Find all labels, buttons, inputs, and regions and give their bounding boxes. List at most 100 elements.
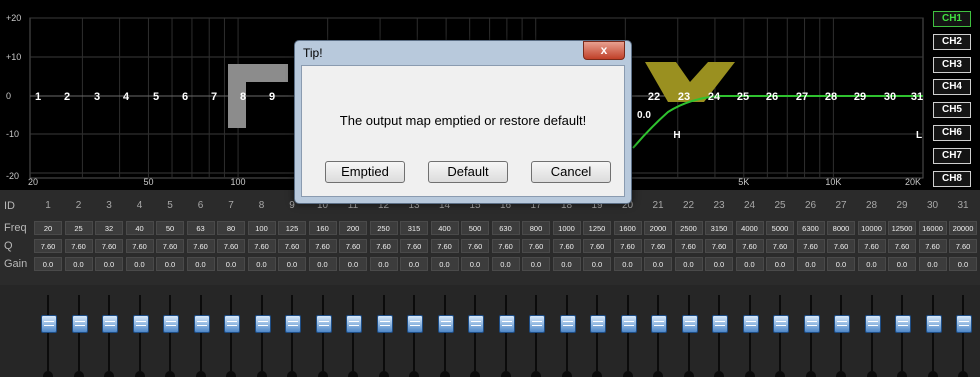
q-field[interactable]: 7.60 <box>522 239 550 253</box>
q-field[interactable]: 7.60 <box>217 239 245 253</box>
slider-thumb[interactable] <box>956 315 972 333</box>
gain-slider[interactable] <box>948 285 978 377</box>
gain-field[interactable]: 0.0 <box>400 257 428 271</box>
freq-field[interactable]: 2000 <box>644 221 672 235</box>
q-field[interactable]: 7.60 <box>583 239 611 253</box>
slider-thumb[interactable] <box>224 315 240 333</box>
gain-field[interactable]: 0.0 <box>491 257 520 271</box>
q-field[interactable]: 7.60 <box>461 239 489 253</box>
slider-thumb[interactable] <box>925 315 942 333</box>
slider-thumb[interactable] <box>803 315 820 333</box>
gain-field[interactable]: 0.0 <box>674 257 703 271</box>
slider-thumb[interactable] <box>773 315 789 333</box>
channel-button-ch6[interactable]: CH6 <box>933 125 971 141</box>
gain-field[interactable]: 0.0 <box>278 257 306 271</box>
freq-field[interactable]: 630 <box>491 221 520 235</box>
slider-thumb[interactable] <box>285 315 301 333</box>
gain-field[interactable]: 0.0 <box>461 257 489 271</box>
q-field[interactable]: 7.60 <box>705 239 733 253</box>
gain-slider[interactable] <box>704 285 734 377</box>
gain-field[interactable]: 0.0 <box>857 257 886 271</box>
gain-slider[interactable] <box>765 285 795 377</box>
gain-slider[interactable] <box>796 285 826 377</box>
gain-field[interactable]: 0.0 <box>766 257 794 271</box>
gain-slider[interactable] <box>277 285 307 377</box>
slider-thumb[interactable] <box>712 315 728 333</box>
channel-button-ch1[interactable]: CH1 <box>933 11 971 27</box>
freq-field[interactable]: 500 <box>461 221 489 235</box>
gain-slider[interactable] <box>155 285 185 377</box>
slider-thumb[interactable] <box>620 315 637 333</box>
channel-button-ch3[interactable]: CH3 <box>933 56 971 73</box>
default-button[interactable]: Default <box>428 161 508 183</box>
gain-field[interactable]: 0.0 <box>369 257 398 271</box>
freq-field[interactable]: 3150 <box>705 221 733 235</box>
freq-field[interactable]: 1250 <box>583 221 611 235</box>
gain-field[interactable]: 0.0 <box>156 257 184 271</box>
gain-slider[interactable] <box>491 285 521 377</box>
freq-field[interactable]: 25 <box>64 221 93 235</box>
gain-field[interactable]: 0.0 <box>735 257 764 271</box>
channel-button-ch7[interactable]: CH7 <box>933 147 971 164</box>
freq-field[interactable]: 315 <box>400 221 428 235</box>
freq-field[interactable]: 100 <box>247 221 276 235</box>
gain-field[interactable]: 0.0 <box>430 257 459 271</box>
gain-field[interactable]: 0.0 <box>247 257 276 271</box>
slider-thumb[interactable] <box>346 315 362 333</box>
gain-slider[interactable] <box>186 285 216 377</box>
q-field[interactable]: 7.60 <box>430 239 459 253</box>
freq-field[interactable]: 2500 <box>674 221 703 235</box>
gain-slider[interactable] <box>460 285 490 377</box>
gain-field[interactable]: 0.0 <box>827 257 855 271</box>
channel-button-ch5[interactable]: CH5 <box>933 102 971 119</box>
freq-field[interactable]: 63 <box>186 221 215 235</box>
freq-field[interactable]: 32 <box>95 221 123 235</box>
channel-button-ch4[interactable]: CH4 <box>933 79 971 96</box>
q-field[interactable]: 7.60 <box>796 239 825 253</box>
gain-slider[interactable] <box>430 285 460 377</box>
slider-thumb[interactable] <box>498 315 515 333</box>
freq-field[interactable]: 125 <box>278 221 306 235</box>
gain-slider[interactable] <box>64 285 94 377</box>
freq-field[interactable]: 40 <box>125 221 154 235</box>
slider-thumb[interactable] <box>407 315 423 333</box>
q-field[interactable]: 7.60 <box>766 239 794 253</box>
emptied-button[interactable]: Emptied <box>325 161 405 183</box>
gain-slider[interactable] <box>521 285 551 377</box>
freq-field[interactable]: 160 <box>308 221 337 235</box>
q-field[interactable]: 7.60 <box>888 239 916 253</box>
q-field[interactable]: 7.60 <box>339 239 367 253</box>
q-field[interactable]: 7.60 <box>918 239 947 253</box>
gain-slider[interactable] <box>857 285 887 377</box>
slider-thumb[interactable] <box>163 315 179 333</box>
freq-field[interactable]: 16000 <box>918 221 947 235</box>
q-field[interactable]: 7.60 <box>369 239 398 253</box>
q-field[interactable]: 7.60 <box>400 239 428 253</box>
close-button[interactable]: x <box>583 41 625 60</box>
freq-field[interactable]: 6300 <box>796 221 825 235</box>
q-field[interactable]: 7.60 <box>156 239 184 253</box>
gain-slider[interactable] <box>582 285 612 377</box>
slider-thumb[interactable] <box>254 315 271 333</box>
gain-slider[interactable] <box>643 285 673 377</box>
gain-slider[interactable] <box>125 285 155 377</box>
slider-thumb[interactable] <box>71 315 88 333</box>
gain-slider[interactable] <box>33 285 63 377</box>
freq-field[interactable]: 20000 <box>949 221 977 235</box>
freq-field[interactable]: 20 <box>34 221 62 235</box>
gain-field[interactable]: 0.0 <box>644 257 672 271</box>
freq-field[interactable]: 5000 <box>766 221 794 235</box>
gain-field[interactable]: 0.0 <box>308 257 337 271</box>
q-field[interactable]: 7.60 <box>247 239 276 253</box>
gain-slider[interactable] <box>613 285 643 377</box>
gain-field[interactable]: 0.0 <box>186 257 215 271</box>
q-field[interactable]: 7.60 <box>735 239 764 253</box>
gain-field[interactable]: 0.0 <box>888 257 916 271</box>
freq-field[interactable]: 200 <box>339 221 367 235</box>
q-field[interactable]: 7.60 <box>827 239 855 253</box>
slider-thumb[interactable] <box>376 315 393 333</box>
gain-field[interactable]: 0.0 <box>34 257 62 271</box>
freq-field[interactable]: 12500 <box>888 221 916 235</box>
freq-field[interactable]: 1000 <box>552 221 581 235</box>
slider-thumb[interactable] <box>468 315 484 333</box>
